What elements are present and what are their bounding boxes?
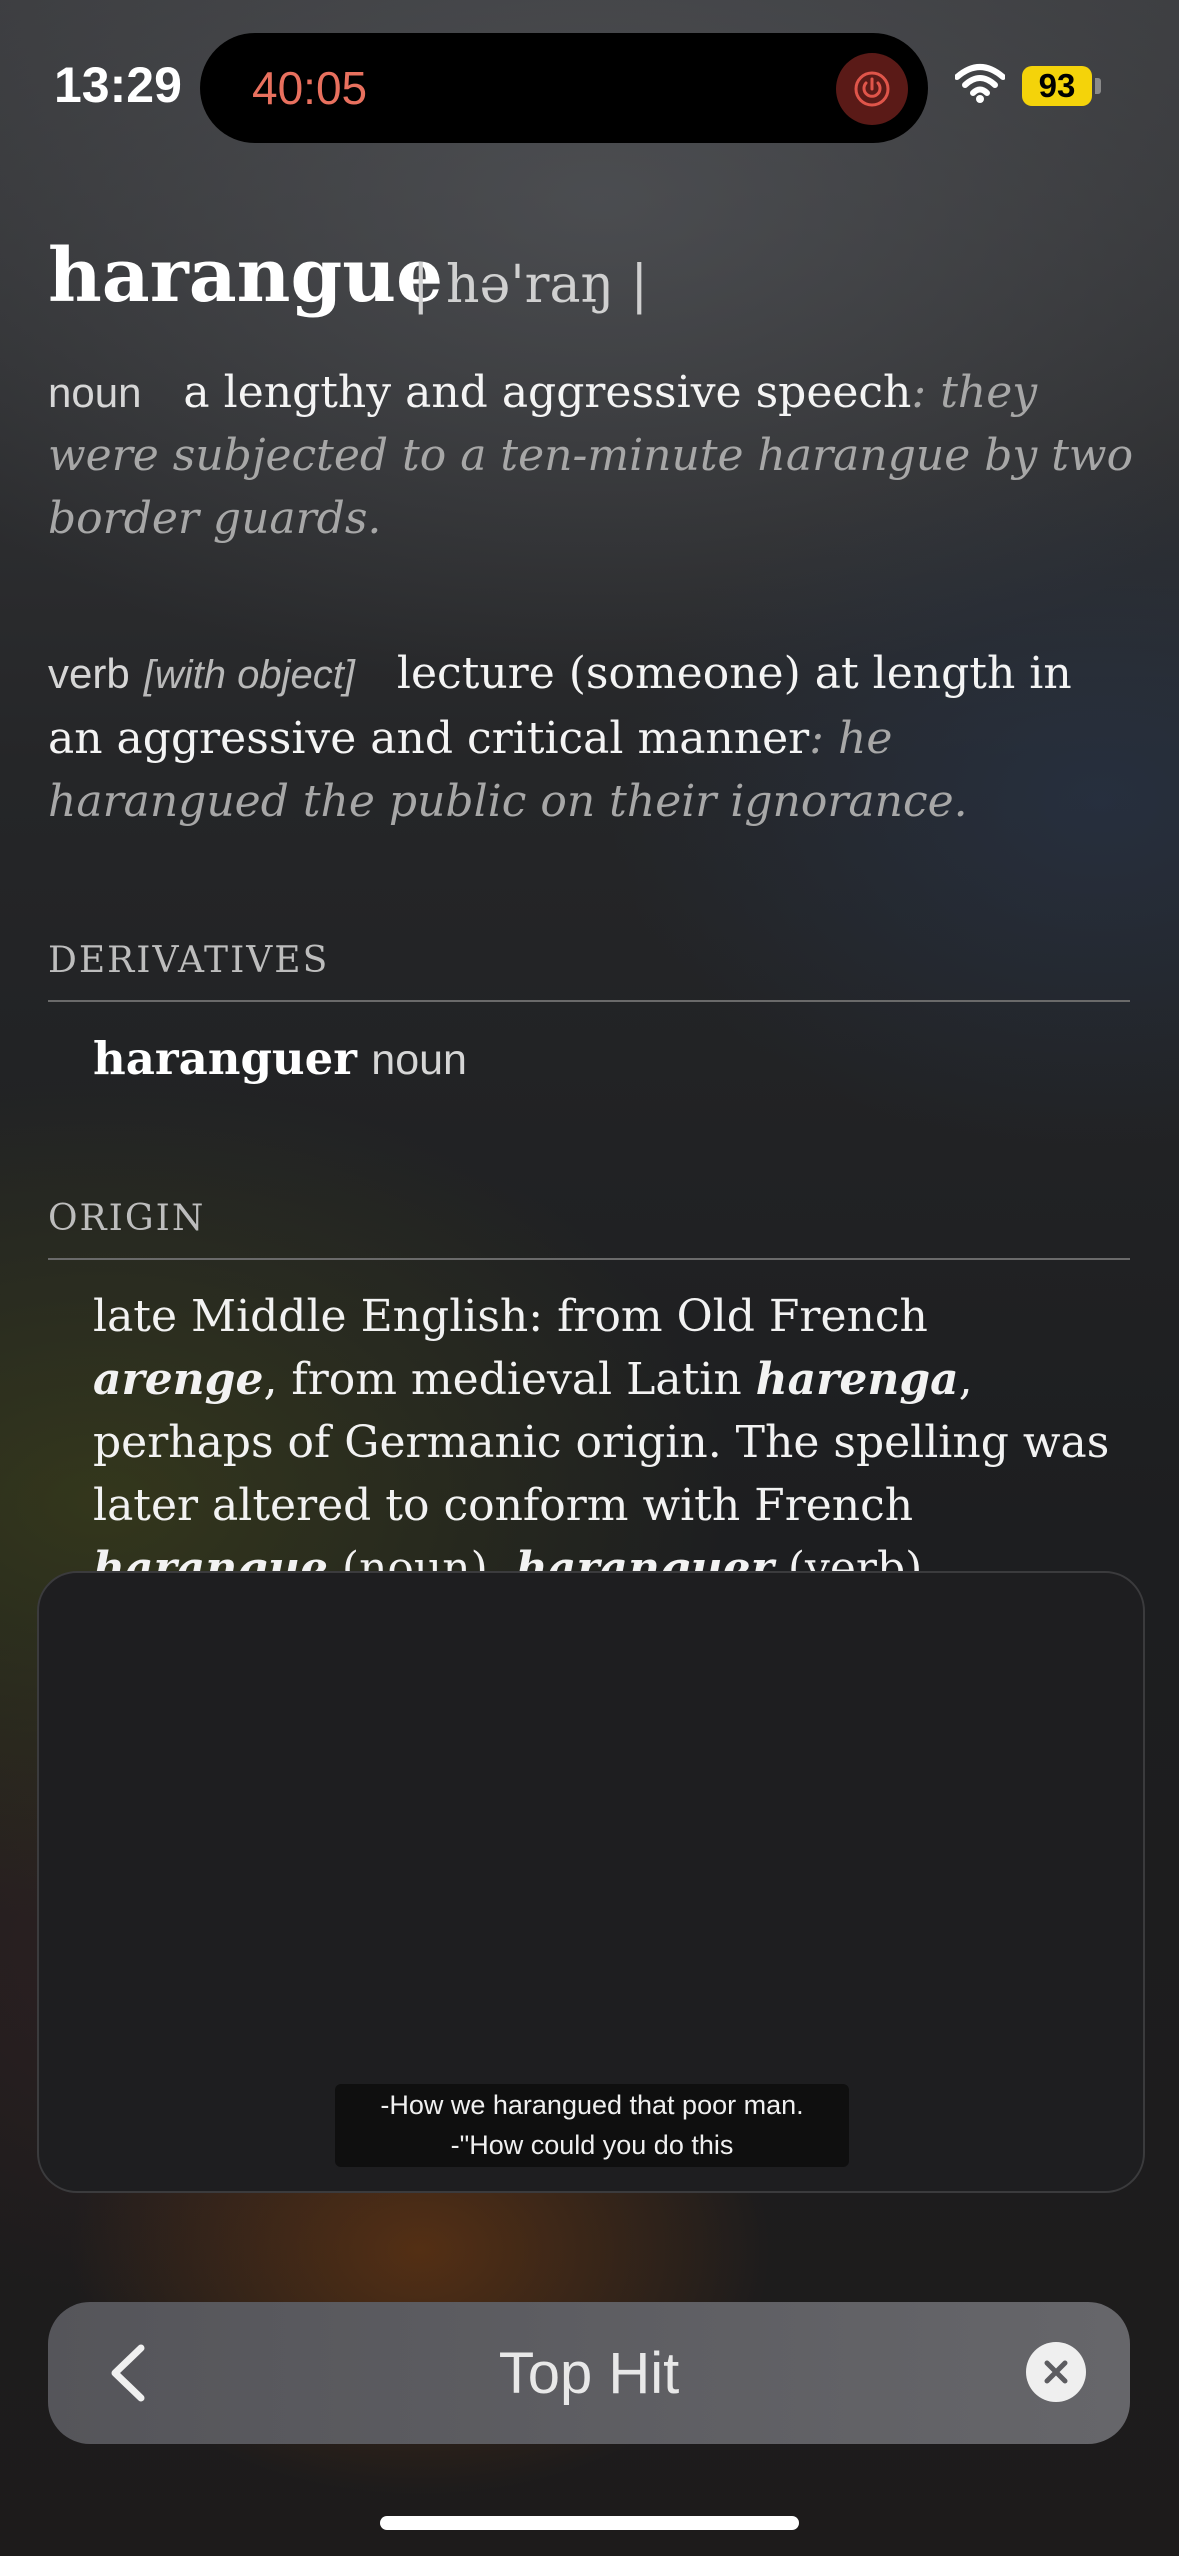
search-bar[interactable]: Top Hit — [48, 2302, 1130, 2444]
wifi-icon — [954, 63, 1006, 107]
status-time: 13:29 — [54, 57, 182, 113]
noun-sense: noun a lengthy and aggressive speech: th… — [48, 361, 1138, 550]
origin-segment: , from medieval Latin — [263, 1354, 756, 1405]
subtitle-caption: -How we harangued that poor man. -"How c… — [335, 2084, 849, 2167]
derivative-word: haranguer — [93, 1032, 357, 1085]
clear-icon[interactable] — [1026, 2342, 1086, 2402]
caption-line: -How we harangued that poor man. — [380, 2090, 804, 2120]
home-indicator[interactable] — [380, 2516, 799, 2530]
origin-segment: late Middle English: from Old French — [93, 1291, 928, 1342]
definition: a lengthy and aggressive speech — [183, 367, 912, 418]
headword: harangue — [48, 233, 444, 319]
verb-sense: verb [with object] lecture (someone) at … — [48, 642, 1138, 833]
search-label: Top Hit — [498, 2341, 680, 2406]
colon: : — [911, 367, 927, 418]
pos-label: noun — [48, 369, 142, 416]
origin-heading: ORIGIN — [48, 1198, 206, 1239]
derivative-entry: haranguer noun — [93, 1032, 467, 1085]
divider — [48, 1258, 1130, 1260]
power-icon[interactable] — [836, 53, 908, 125]
battery-indicator: 93 — [1022, 66, 1092, 106]
caption-line: -"How could you do this — [450, 2130, 734, 2160]
origin-word: arenge — [93, 1354, 264, 1405]
dynamic-island[interactable]: 40:05 — [200, 33, 928, 143]
pronunciation: | hə'raŋ | — [412, 255, 649, 315]
divider — [48, 1000, 1130, 1002]
pos-label: verb — [48, 650, 130, 697]
derivative-pos: noun — [371, 1036, 467, 1084]
timer-readout: 40:05 — [252, 62, 368, 114]
derivatives-heading: DERIVATIVES — [48, 940, 330, 981]
origin-text: late Middle English: from Old French are… — [93, 1285, 1123, 1600]
origin-word: harenga — [755, 1354, 959, 1405]
battery-nub — [1095, 78, 1101, 94]
grammar-label: [with object] — [143, 653, 355, 697]
colon: : — [809, 713, 824, 764]
